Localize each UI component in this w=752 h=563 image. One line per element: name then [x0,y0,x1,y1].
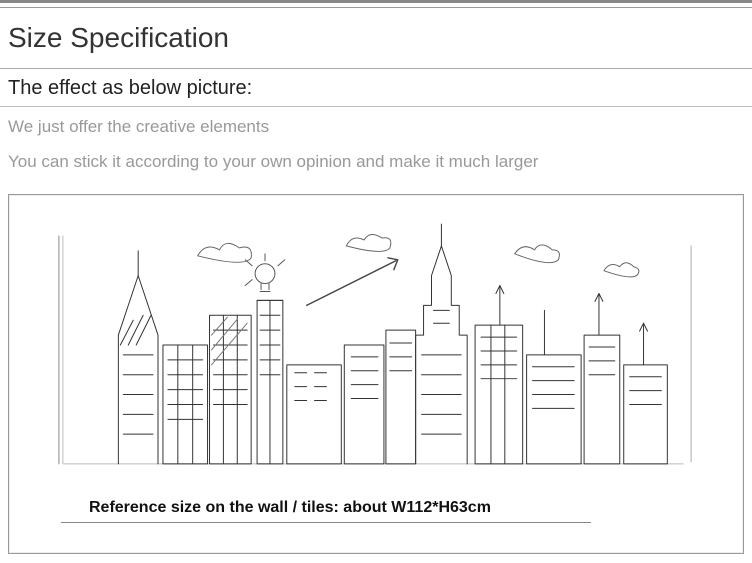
caption-underline [61,522,591,523]
subtitle-row: The effect as below picture: [0,68,752,107]
page-title: Size Specification [0,8,752,68]
illustration-panel: Reference size on the wall / tiles: abou… [8,194,744,554]
top-divider [0,0,752,8]
city-skyline-sketch [49,207,703,483]
description-line-1: We just offer the creative elements [0,107,752,142]
subtitle: The effect as below picture: [8,77,744,100]
description-line-2: You can stick it according to your own o… [0,142,752,177]
reference-size-caption: Reference size on the wall / tiles: abou… [89,499,491,517]
